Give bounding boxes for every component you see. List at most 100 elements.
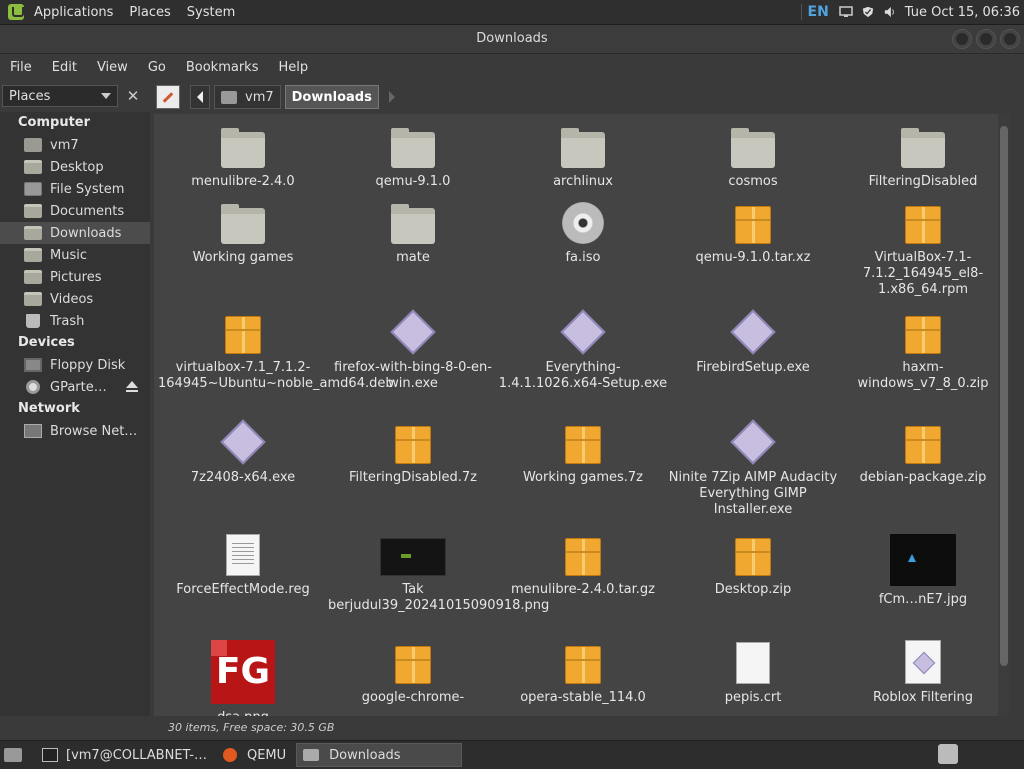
file-item[interactable]: Ninite 7Zip AIMP Audacity Everything GIM… <box>668 420 838 518</box>
file-icon-wrap <box>498 640 668 684</box>
file-item[interactable]: FirebirdSetup.exe <box>668 310 838 376</box>
sidebar-item-label: Pictures <box>50 270 101 285</box>
sidebar-item-trash[interactable]: Trash <box>0 310 150 332</box>
clock[interactable]: Tue Oct 15, 06:36 <box>905 5 1020 20</box>
file-item[interactable]: pepis.crt <box>668 640 838 706</box>
file-item[interactable]: FGdsa.png <box>158 640 328 716</box>
file-item[interactable]: cosmos <box>668 124 838 190</box>
file-item[interactable]: debian-package.zip <box>838 420 1008 486</box>
file-item[interactable]: Roblox Filtering <box>838 640 1008 706</box>
shield-icon[interactable] <box>861 6 875 18</box>
menu-file[interactable]: File <box>0 60 42 75</box>
file-name: Roblox Filtering <box>838 690 1008 706</box>
chevron-right-icon[interactable] <box>389 91 395 103</box>
panel-menus: Applications Places System <box>26 0 243 24</box>
eject-icon[interactable] <box>126 381 138 388</box>
sidebar-item-documents[interactable]: Documents <box>0 200 150 222</box>
task-qemu[interactable]: QEMU <box>217 743 292 767</box>
sidebar-item-file-system[interactable]: File System <box>0 178 150 200</box>
package-icon <box>565 538 601 576</box>
file-item[interactable]: ForceEffectMode.reg <box>158 532 328 598</box>
sidebar-item-browse-network[interactable]: Browse Net… <box>0 420 150 442</box>
system-menu[interactable]: System <box>179 5 243 20</box>
close-button[interactable] <box>1000 29 1020 49</box>
applications-menu[interactable]: Applications <box>26 5 121 20</box>
file-item[interactable]: opera-stable_114.0 <box>498 640 668 706</box>
sidebar-item-gparted[interactable]: GParte… <box>0 376 150 398</box>
sidebar-item-label: Browse Net… <box>50 424 137 439</box>
file-name: mate <box>328 250 498 266</box>
path-back-button[interactable] <box>190 85 210 109</box>
file-item[interactable]: Everything-1.4.1.1026.x64-Setup.exe <box>498 310 668 392</box>
file-item[interactable]: 7z2408-x64.exe <box>158 420 328 486</box>
sidebar-item-videos[interactable]: Videos <box>0 288 150 310</box>
sidebar-item-vm7[interactable]: vm7 <box>0 134 150 156</box>
package-icon <box>565 646 601 684</box>
file-item[interactable]: Desktop.zip <box>668 532 838 598</box>
toggle-location-entry-button[interactable] <box>156 85 180 109</box>
scrollbar-thumb[interactable] <box>1000 126 1008 666</box>
keyboard-layout-indicator[interactable]: EN <box>808 4 829 20</box>
menu-help[interactable]: Help <box>268 60 318 75</box>
breadcrumb-downloads[interactable]: Downloads <box>285 85 379 109</box>
task-downloads[interactable]: Downloads <box>296 743 462 767</box>
file-item[interactable]: Working games <box>158 200 328 266</box>
package-icon <box>905 316 941 354</box>
file-item[interactable]: haxm-windows_v7_8_0.zip <box>838 310 1008 392</box>
system-tray: EN Tue Oct 15, 06:36 <box>795 0 1024 24</box>
task-terminal[interactable]: [vm7@COLLABNET-… <box>36 743 213 767</box>
sidebar-item-music[interactable]: Music <box>0 244 150 266</box>
file-item[interactable]: FilteringDisabled <box>838 124 1008 190</box>
sidebar-item-pictures[interactable]: Pictures <box>0 266 150 288</box>
file-grid[interactable]: menulibre-2.4.0qemu-9.1.0archlinuxcosmos… <box>154 114 1010 716</box>
file-item[interactable]: Tak berjudul39_20241015090918.png <box>328 532 498 614</box>
file-item[interactable]: firefox-with-bing-8-0-en-win.exe <box>328 310 498 392</box>
file-icon-wrap <box>838 200 1008 244</box>
workspace-switcher-icon[interactable] <box>938 744 958 764</box>
file-item[interactable]: fa.iso <box>498 200 668 266</box>
file-item[interactable]: fCm…nE7.jpg <box>838 532 1008 608</box>
places-menu[interactable]: Places <box>121 5 178 20</box>
file-icon-wrap <box>838 124 1008 168</box>
sidebar-item-desktop[interactable]: Desktop <box>0 156 150 178</box>
image-thumbnail-icon: FG <box>211 640 275 704</box>
file-item[interactable]: mate <box>328 200 498 266</box>
menu-bookmarks[interactable]: Bookmarks <box>176 60 269 75</box>
package-icon <box>735 206 771 244</box>
file-icon-wrap <box>498 200 668 244</box>
file-item[interactable]: google-chrome- <box>328 640 498 706</box>
mint-logo-icon[interactable] <box>8 4 24 20</box>
file-name: menulibre-2.4.0.tar.gz <box>498 582 668 598</box>
file-item[interactable]: qemu-9.1.0.tar.xz <box>668 200 838 266</box>
menu-go[interactable]: Go <box>138 60 176 75</box>
file-icon-wrap <box>668 200 838 244</box>
sidebar-item-floppy[interactable]: Floppy Disk <box>0 354 150 376</box>
file-icon-wrap <box>838 420 1008 464</box>
volume-icon[interactable] <box>883 6 897 18</box>
videos-folder-icon <box>24 292 42 306</box>
file-item[interactable]: VirtualBox-7.1-7.1.2_164945_el8-1.x86_64… <box>838 200 1008 298</box>
breadcrumb-vm7[interactable]: vm7 <box>214 85 281 109</box>
task-label: [vm7@COLLABNET-… <box>66 748 207 763</box>
sidebar-type-select[interactable]: Places <box>2 85 118 107</box>
menu-edit[interactable]: Edit <box>42 60 87 75</box>
file-item[interactable]: FilteringDisabled.7z <box>328 420 498 486</box>
file-name: Working games.7z <box>498 470 668 486</box>
show-desktop-icon[interactable] <box>4 748 22 762</box>
file-item[interactable]: menulibre-2.4.0.tar.gz <box>498 532 668 598</box>
network-icon[interactable] <box>839 6 853 18</box>
close-sidebar-button[interactable]: ✕ <box>122 85 144 107</box>
menu-view[interactable]: View <box>87 60 138 75</box>
minimize-button[interactable] <box>952 29 972 49</box>
document-icon <box>736 642 770 684</box>
scrollbar[interactable] <box>998 114 1010 716</box>
file-name: firefox-with-bing-8-0-en-win.exe <box>328 360 498 392</box>
maximize-button[interactable] <box>976 29 996 49</box>
file-item[interactable]: qemu-9.1.0 <box>328 124 498 190</box>
file-item[interactable]: menulibre-2.4.0 <box>158 124 328 190</box>
file-item[interactable]: archlinux <box>498 124 668 190</box>
file-item[interactable]: virtualbox-7.1_7.1.2-164945~Ubuntu~noble… <box>158 310 328 392</box>
file-item[interactable]: Working games.7z <box>498 420 668 486</box>
window-titlebar[interactable]: Downloads <box>0 25 1024 54</box>
sidebar-item-downloads[interactable]: Downloads <box>0 222 150 244</box>
